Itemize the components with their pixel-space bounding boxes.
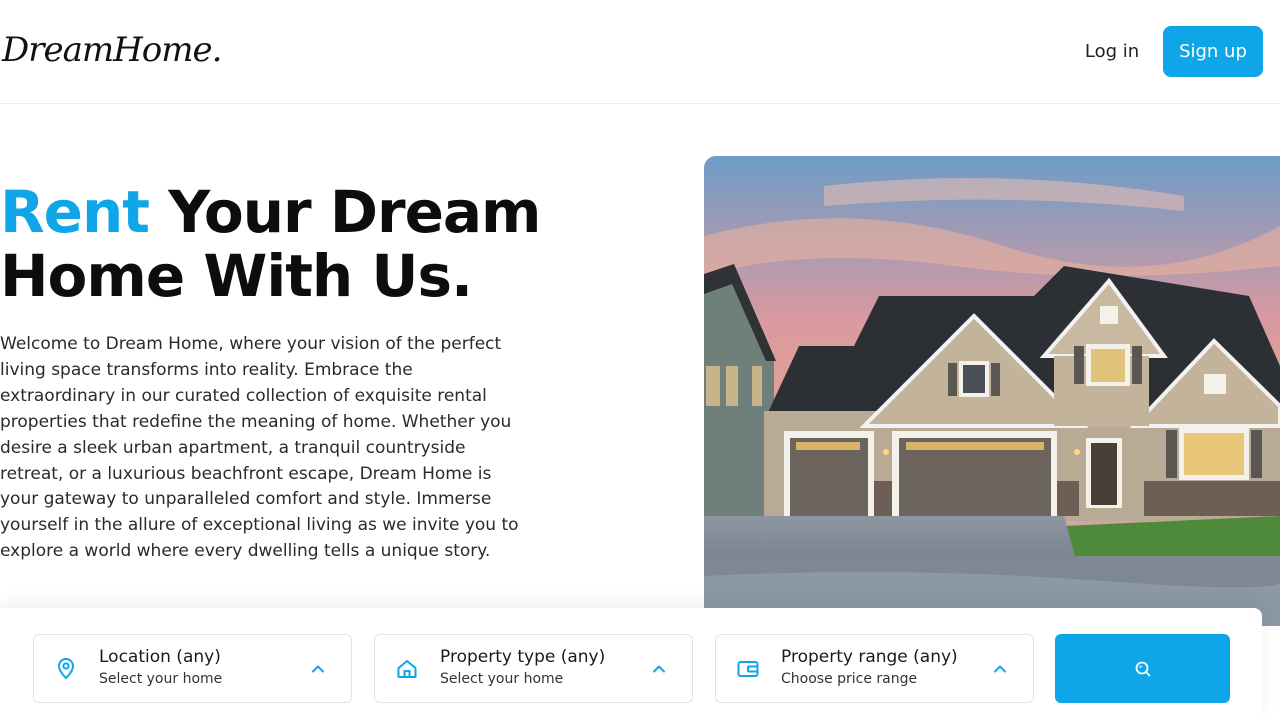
signup-button[interactable]: Sign up bbox=[1163, 26, 1263, 77]
property-range-field[interactable]: Property range (any) Choose price range bbox=[715, 634, 1034, 703]
property-range-sub: Choose price range bbox=[781, 671, 918, 687]
map-pin-icon bbox=[57, 658, 75, 680]
site-header: DreamHome. Log in Sign up bbox=[0, 0, 1280, 104]
hero-description: Welcome to Dream Home, where your vision… bbox=[0, 334, 519, 562]
search-button[interactable] bbox=[1055, 634, 1230, 703]
location-label: Location (any) bbox=[99, 647, 221, 667]
hero-title: Rent Your Dream Home With Us. bbox=[0, 180, 640, 308]
location-sub: Select your home bbox=[99, 671, 223, 687]
hero-title-line2: Home With Us. bbox=[0, 242, 473, 310]
search-icon bbox=[1135, 661, 1150, 676]
property-type-field[interactable]: Property type (any) Select your home bbox=[374, 634, 693, 703]
chevron-up-icon[interactable] bbox=[308, 659, 328, 679]
search-bar: Location (any) Select your home Property… bbox=[0, 608, 1262, 720]
property-type-label: Property type (any) bbox=[440, 647, 606, 667]
hero-title-accent: Rent bbox=[0, 178, 150, 246]
home-icon bbox=[397, 660, 417, 678]
property-type-sub: Select your home bbox=[440, 671, 564, 687]
chevron-up-icon[interactable] bbox=[990, 659, 1010, 679]
logo[interactable]: DreamHome. bbox=[2, 30, 222, 70]
property-range-label: Property range (any) bbox=[781, 647, 958, 667]
wallet-icon bbox=[737, 661, 759, 677]
location-field[interactable]: Location (any) Select your home bbox=[33, 634, 352, 703]
hero-title-line1: Your Dream bbox=[149, 178, 541, 246]
chevron-up-icon[interactable] bbox=[649, 659, 669, 679]
house-photo bbox=[704, 156, 1280, 626]
login-link[interactable]: Log in bbox=[1072, 26, 1152, 77]
